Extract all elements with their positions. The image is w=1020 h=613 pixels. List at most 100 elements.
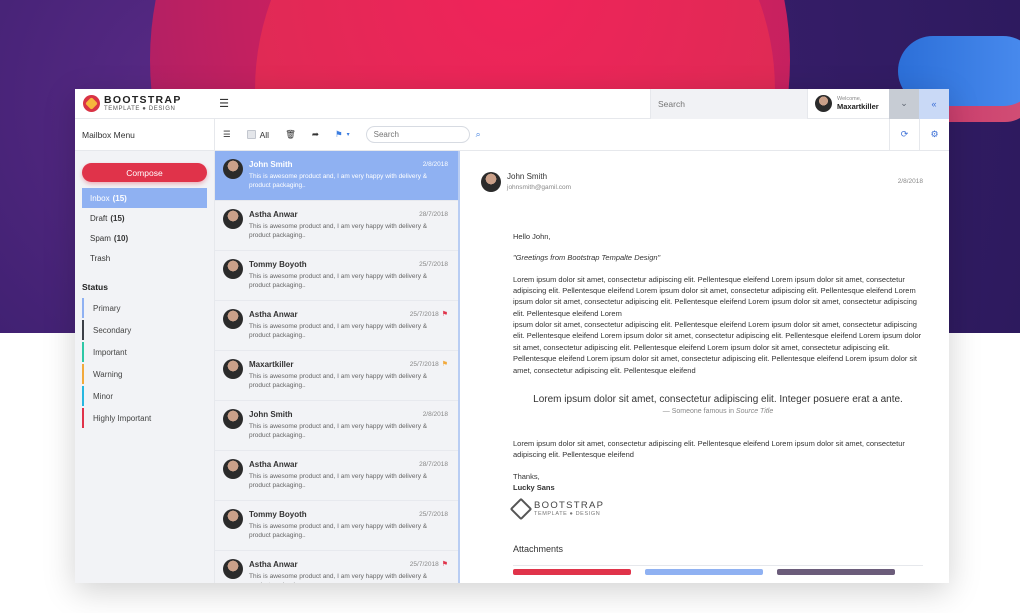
delete-button[interactable]: 🗑 — [277, 119, 304, 151]
message-date-text: 25/7/2018 — [409, 311, 439, 318]
avatar — [223, 459, 243, 479]
top-bar: BOOTSTRAP TEMPLATE ● DESIGN ☰ Welcome, M… — [75, 89, 949, 119]
refresh-button[interactable]: ⟳ — [889, 118, 919, 151]
avatar — [223, 259, 243, 279]
message-sender: Astha Anwar — [249, 460, 298, 469]
folder-count: (10) — [113, 233, 129, 243]
message-date: 2/8/2018 — [423, 411, 448, 418]
flag-icon[interactable]: ⚑ — [442, 311, 448, 318]
message-reader: John Smith johnsmith@gamil.com 2/8/2018 … — [462, 151, 949, 583]
mailbox-menu-title: Mailbox Menu — [75, 119, 214, 151]
compose-button[interactable]: Compose — [82, 163, 207, 182]
user-name: Maxartkiller — [837, 102, 879, 112]
mailbox-sidebar: Mailbox Menu Compose Inbox (15) Draft (1… — [75, 119, 215, 583]
message-date-text: 2/8/2018 — [422, 161, 448, 168]
status-label: Primary — [93, 303, 121, 313]
message-header: John Smith johnsmith@gamil.com 2/8/2018 — [462, 151, 949, 193]
status-label: Highly Important — [93, 413, 152, 423]
settings-button[interactable]: ⚙ — [919, 118, 949, 151]
user-dropdown-button[interactable]: ⌄ — [889, 89, 919, 119]
attachment-item[interactable] — [513, 569, 631, 576]
message-preview: This is awesome product and, I am very h… — [249, 573, 428, 583]
message-sender: Maxartkiller — [249, 360, 294, 369]
message-item[interactable]: Astha Anwar 25/7/2018 ⚑ This is awesome pro… — [215, 301, 458, 351]
message-item[interactable]: Tommy Boyoth 25/7/2018 This is awesome pro… — [215, 251, 458, 301]
folder-label: Inbox — [90, 193, 110, 203]
attachment-list — [513, 569, 923, 576]
avatar — [223, 159, 243, 179]
folder-inbox[interactable]: Inbox (15) — [82, 188, 207, 208]
message-item[interactable]: Astha Anwar 28/7/2018 This is awesome prod… — [215, 451, 458, 501]
mail-toolbar: ☰ All 🗑 ➦ ⚑ ▾ ⌕ ⟳ ⚙ — [215, 118, 949, 151]
search-icon[interactable]: ⌕ — [476, 129, 481, 140]
welcome-text: Welcome, — [837, 95, 862, 102]
avatar — [223, 359, 243, 379]
trash-icon: 🗑 — [285, 129, 296, 139]
flag-icon: ⚑ — [335, 129, 343, 139]
message-preview: This is awesome product and, I am very h… — [249, 373, 428, 390]
avatar — [815, 95, 832, 112]
message-preview: This is awesome product and, I am very h… — [249, 173, 428, 190]
mail-search-input[interactable] — [373, 130, 464, 139]
message-item[interactable]: Maxartkiller 25/7/2018 ⚑ This is awesome pr… — [215, 351, 458, 401]
message-sender: Astha Anwar — [249, 210, 298, 219]
flag-icon[interactable]: ⚑ — [442, 561, 448, 568]
share-arrow-icon: ➦ — [311, 129, 319, 139]
message-date: 25/7/2018 ⚑ — [410, 311, 448, 318]
message-date-text: 25/7/2018 — [409, 361, 439, 368]
sender-name: John Smith — [507, 172, 548, 181]
attachment-item[interactable] — [777, 569, 895, 576]
message-date-text: 2/8/2018 — [422, 411, 448, 418]
message-item[interactable]: John Smith 2/8/2018 This is awesome produc… — [215, 151, 458, 201]
list-view-button[interactable]: ☰ — [215, 119, 239, 151]
avatar — [223, 559, 243, 579]
status-item[interactable]: Warning — [82, 364, 207, 384]
list-icon: ☰ — [223, 129, 231, 139]
status-title: Status — [82, 282, 108, 292]
message-item[interactable]: Astha Anwar 28/7/2018 This is awesome prod… — [215, 201, 458, 251]
folder-draft[interactable]: Draft (15) — [82, 208, 207, 228]
message-date-text: 28/7/2018 — [419, 211, 448, 218]
collapse-panel-button[interactable]: « — [919, 89, 949, 119]
forward-button[interactable]: ➦ — [304, 119, 327, 151]
status-label: Warning — [93, 369, 123, 379]
attachment-item[interactable] — [645, 569, 763, 576]
logo-icon — [509, 498, 533, 521]
message-date: 2/8/2018 — [423, 161, 448, 168]
message-preview: This is awesome product and, I am very h… — [249, 323, 428, 340]
message-sender: Astha Anwar — [249, 560, 298, 569]
avatar — [481, 171, 501, 192]
checkbox-icon — [246, 130, 256, 139]
status-item[interactable]: Minor — [82, 386, 207, 406]
brand-logo[interactable]: BOOTSTRAP TEMPLATE ● DESIGN — [75, 93, 215, 112]
select-all-checkbox[interactable]: All — [239, 119, 277, 151]
message-preview: This is awesome product and, I am very h… — [249, 223, 428, 240]
brand-name: BOOTSTRAP — [104, 93, 182, 106]
menu-toggle-icon[interactable]: ☰ — [215, 97, 233, 110]
global-search[interactable] — [650, 89, 807, 119]
folder-trash[interactable]: Trash — [82, 248, 207, 268]
flag-icon[interactable]: ⚑ — [442, 361, 448, 368]
global-search-input[interactable] — [658, 98, 798, 109]
body-paragraph: ipsum dolor sit amet, consectetur adipis… — [513, 320, 922, 375]
refresh-icon: ⟳ — [900, 129, 909, 139]
quote-source-prefix: — Someone famous in — [662, 408, 734, 416]
brand-tagline: TEMPLATE ● DESIGN — [534, 510, 601, 517]
message-item[interactable]: Tommy Boyoth 25/7/2018 This is awesome pro… — [215, 501, 458, 551]
status-item[interactable]: Primary — [82, 298, 207, 318]
message-item[interactable]: John Smith 2/8/2018 This is awesome produc… — [215, 401, 458, 451]
message-item[interactable]: Astha Anwar 25/7/2018 ⚑ This is awesome pro… — [215, 551, 458, 583]
status-item[interactable]: Secondary — [82, 320, 207, 340]
folder-count: (15) — [112, 193, 127, 203]
status-item[interactable]: Important — [82, 342, 207, 362]
flag-dropdown-button[interactable]: ⚑ ▾ — [327, 119, 358, 151]
folder-count: (15) — [110, 213, 125, 223]
user-profile[interactable]: Welcome, Maxartkiller — [807, 89, 889, 119]
sender-email[interactable]: johnsmith@gamil.com — [507, 183, 571, 193]
status-label: Secondary — [93, 325, 132, 335]
mail-search-box[interactable] — [365, 126, 470, 143]
select-all-label: All — [259, 129, 270, 140]
folder-label: Trash — [90, 253, 111, 263]
folder-spam[interactable]: Spam (10) — [82, 228, 207, 248]
status-item[interactable]: Highly Important — [82, 408, 207, 428]
